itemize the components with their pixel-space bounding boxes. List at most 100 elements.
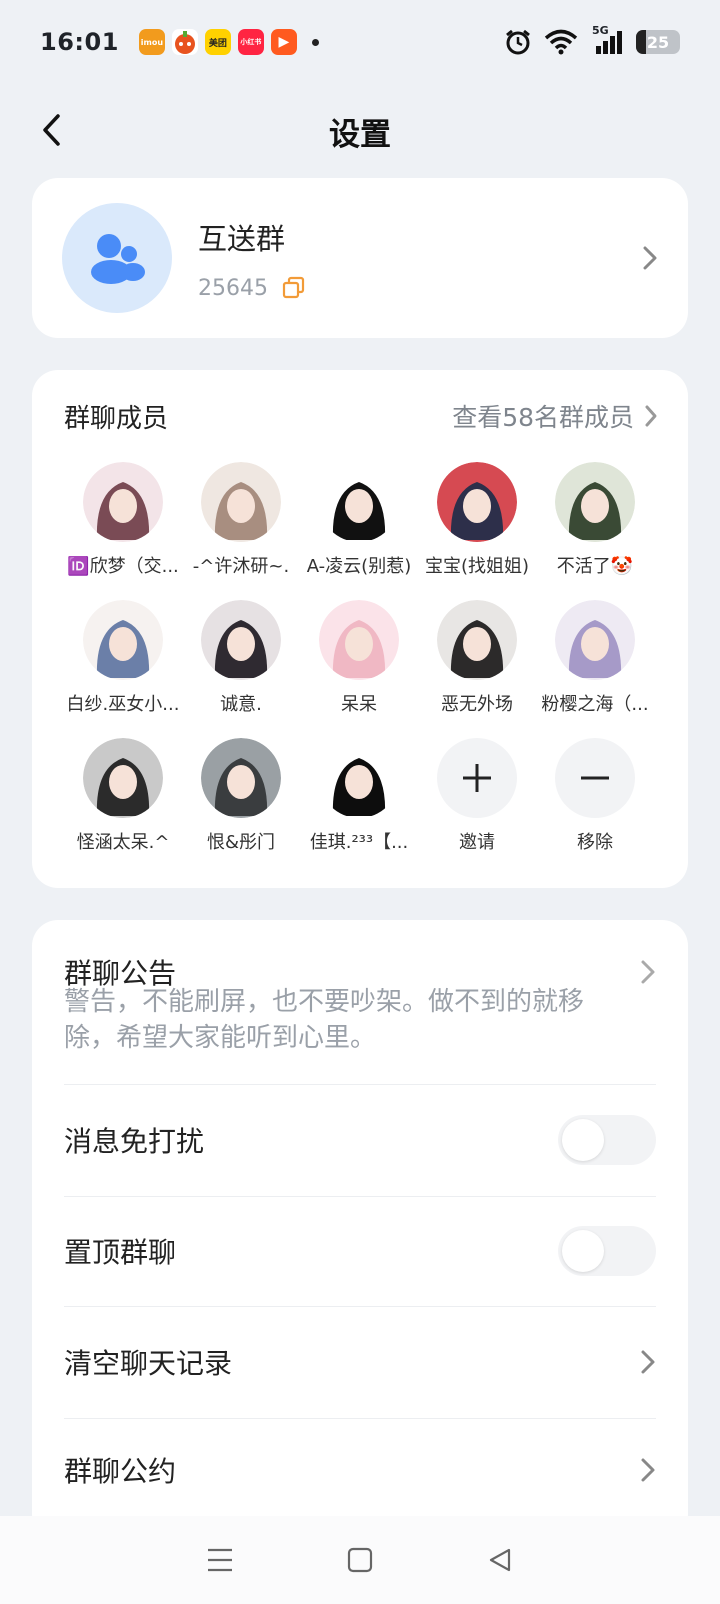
video-app-icon: ▶ (270, 29, 297, 55)
back-triangle-icon (489, 1548, 511, 1572)
member-avatar (201, 462, 281, 542)
invite-button[interactable]: 邀请 (418, 738, 536, 854)
system-nav-bar (0, 1516, 720, 1604)
notification-dot-icon (311, 38, 319, 46)
xiaohongshu-app-icon: 小红书 (237, 29, 264, 55)
group-rules-label: 群聊公约 (64, 1455, 177, 1488)
member-avatar (83, 600, 163, 680)
mute-row: 消息免打扰 (64, 1084, 656, 1196)
member-avatar (555, 462, 635, 542)
member-item[interactable]: 🆔欣梦（交... (64, 462, 182, 578)
page-title: 设置 (329, 116, 391, 153)
signal-icon (596, 31, 622, 54)
member-avatar-image (201, 462, 281, 542)
wifi-icon (544, 29, 578, 55)
group-notice-text: 警告，不能刷屏，也不要吵架。做不到的就移除，希望大家能听到心里。 (64, 987, 585, 1053)
member-name: 恶无外场 (441, 694, 513, 715)
member-avatar (201, 738, 281, 818)
group-info-card[interactable]: 互送群 25645 (32, 178, 688, 338)
chevron-right-icon (640, 1349, 656, 1375)
member-item[interactable]: 白纱.巫女小... (64, 600, 182, 716)
member-avatar-image (83, 738, 163, 818)
member-name: 粉樱之海（... (541, 694, 649, 715)
clear-history-label: 清空聊天记录 (64, 1347, 233, 1380)
member-avatar (555, 600, 635, 680)
member-avatar-image (319, 738, 399, 818)
member-avatar-image (83, 600, 163, 680)
back-button[interactable] (30, 108, 74, 152)
member-item[interactable]: 宝宝(找姐姐) (418, 462, 536, 578)
minus-icon (555, 738, 635, 818)
member-avatar-image (555, 600, 635, 680)
group-rules-row[interactable]: 群聊公约 (64, 1418, 656, 1522)
chevron-right-icon (645, 405, 657, 427)
pin-label: 置顶群聊 (64, 1236, 177, 1269)
pin-toggle[interactable] (558, 1226, 656, 1276)
back-nav-button[interactable] (476, 1536, 524, 1584)
group-text: 互送群 25645 (198, 216, 306, 301)
member-avatar-image (437, 462, 517, 542)
group-name: 互送群 (198, 221, 286, 256)
clear-history-row[interactable]: 清空聊天记录 (64, 1306, 656, 1418)
member-name: 诚意. (220, 694, 262, 715)
member-avatar (201, 600, 281, 680)
member-item[interactable]: 诚意. (182, 600, 300, 716)
home-square-icon (347, 1547, 373, 1573)
battery-icon: 25 (636, 30, 680, 54)
meituan-app-icon: 美团 (204, 29, 231, 55)
member-name: 怪涵太呆.^ (76, 832, 170, 853)
copy-icon[interactable] (282, 276, 306, 300)
header: 设置 (0, 96, 720, 166)
member-item[interactable]: 不活了🤡 (536, 462, 654, 578)
member-name: 呆呆 (341, 694, 377, 715)
invite-label: 邀请 (459, 832, 495, 853)
member-name: 恨&彤门 (206, 832, 276, 853)
pin-row: 置顶群聊 (64, 1196, 656, 1306)
member-item[interactable]: 怪涵太呆.^ (64, 738, 182, 854)
plus-icon (437, 738, 517, 818)
member-item[interactable]: 呆呆 (300, 600, 418, 716)
view-all-members-link[interactable]: 查看58名群成员 (452, 398, 658, 434)
group-chevron-right-icon (642, 245, 658, 271)
menu-icon (208, 1548, 232, 1572)
member-avatar-image (555, 462, 635, 542)
remove-label: 移除 (577, 832, 613, 853)
group-id-row: 25645 (198, 276, 306, 301)
status-app-icons: imou 美团 小红书 ▶ (138, 29, 319, 55)
home-nav-button[interactable] (336, 1536, 384, 1584)
alarm-icon (506, 29, 530, 55)
member-avatar (319, 738, 399, 818)
menu-nav-button[interactable] (196, 1536, 244, 1584)
member-name: 白纱.巫女小... (66, 694, 180, 715)
member-avatar (319, 600, 399, 680)
member-avatar (83, 738, 163, 818)
shopping-app-icon (171, 29, 198, 55)
member-item[interactable]: 恶无外场 (418, 600, 536, 716)
member-item[interactable]: -^许沐研~. (182, 462, 300, 578)
remove-button[interactable]: 移除 (536, 738, 654, 854)
member-item[interactable]: 恨&彤门 (182, 738, 300, 854)
member-item[interactable]: 佳琪.²³³【... (300, 738, 418, 854)
battery-level: 25 (646, 32, 670, 52)
chevron-right-icon (640, 1457, 656, 1483)
group-id: 25645 (198, 275, 268, 301)
members-header: 群聊成员 查看58名群成员 (64, 396, 658, 436)
imou-app-icon: imou (138, 29, 165, 55)
mute-label: 消息免打扰 (64, 1125, 205, 1158)
member-avatar-image (319, 600, 399, 680)
member-grid: 🆔欣梦（交... -^许沐研~. A-凌云(别惹) 宝宝(找姐姐) 不活了🤡 白纱.巫女小… (64, 462, 658, 854)
status-time: 16:01 (40, 28, 119, 56)
mute-toggle[interactable] (558, 1115, 656, 1165)
member-avatar (437, 600, 517, 680)
member-name: 佳琪.²³³【... (309, 832, 409, 853)
member-name: -^许沐研~. (192, 556, 290, 577)
members-card: 群聊成员 查看58名群成员 🆔欣梦（交... -^许沐研~. A-凌云(别惹) 宝宝(… (32, 370, 688, 888)
member-item[interactable]: A-凌云(别惹) (300, 462, 418, 578)
member-avatar-image (201, 738, 281, 818)
group-avatar (62, 203, 172, 313)
member-avatar-image (201, 600, 281, 680)
members-title: 群聊成员 (64, 403, 169, 434)
settings-card: 群聊公告 警告，不能刷屏，也不要吵架。做不到的就移除，希望大家能听到心里。 消息… (32, 920, 688, 1540)
member-avatar (319, 462, 399, 542)
member-item[interactable]: 粉樱之海（... (536, 600, 654, 716)
